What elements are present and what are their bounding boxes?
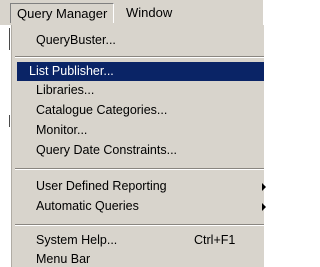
query-manager-dropdown: QueryBuster... List Publisher... Librari… <box>10 25 266 267</box>
menu-item-label: Catalogue Categories... <box>36 103 168 117</box>
submenu-arrow-icon <box>262 183 266 191</box>
menu-item-query-date-constraints[interactable]: Query Date Constraints... <box>23 141 264 160</box>
menu-item-label: QueryBuster... <box>36 33 116 47</box>
menu-item-system-help[interactable]: System Help... Ctrl+F1 <box>23 231 264 250</box>
menu-item-querybuster[interactable]: QueryBuster... <box>23 31 264 50</box>
menu-item-libraries[interactable]: Libraries... <box>23 81 264 100</box>
menu-item-label: List Publisher... <box>29 64 114 78</box>
menu-item-menu-bar[interactable]: Menu Bar <box>23 250 264 267</box>
menu-item-label: User Defined Reporting <box>36 179 167 193</box>
menu-item-label: System Help... <box>36 233 118 247</box>
submenu-arrow-icon <box>262 203 266 211</box>
screen: Query Manager Window QueryBuster... List… <box>0 0 266 267</box>
menu-window[interactable]: Window <box>122 3 176 23</box>
menu-item-label: Query Date Constraints... <box>36 143 178 157</box>
menu-item-label: Menu Bar <box>36 252 91 266</box>
menu-item-list-publisher[interactable]: List Publisher... <box>17 62 264 81</box>
menu-item-monitor[interactable]: Monitor... <box>23 121 264 140</box>
menu-separator <box>15 168 264 170</box>
menu-item-catalogue-categories[interactable]: Catalogue Categories... <box>23 101 264 120</box>
menu-item-automatic-queries[interactable]: Automatic Queries <box>23 197 266 216</box>
menu-separator <box>15 56 264 58</box>
background-left <box>0 25 10 267</box>
menu-separator <box>15 224 264 226</box>
menu-item-label: Automatic Queries <box>36 199 139 213</box>
shortcut-label: Ctrl+F1 <box>194 233 236 247</box>
menu-bar: Query Manager Window <box>0 0 263 25</box>
menu-item-label: Monitor... <box>36 123 88 137</box>
menu-item-user-defined-reporting[interactable]: User Defined Reporting <box>23 177 266 196</box>
menu-query-manager[interactable]: Query Manager <box>10 3 115 23</box>
menu-item-label: Libraries... <box>36 83 95 97</box>
